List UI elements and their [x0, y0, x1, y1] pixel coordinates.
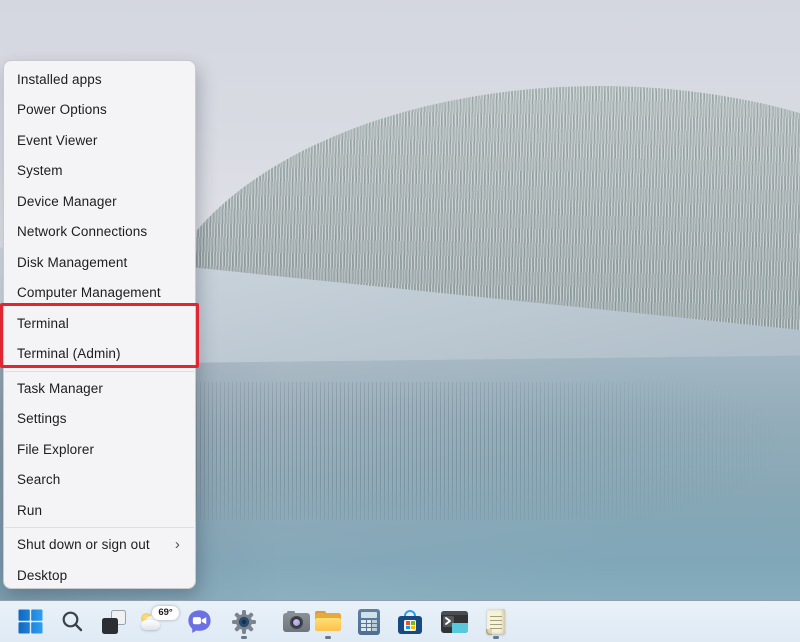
- submenu-chevron-icon: ›: [175, 537, 180, 552]
- taskbar-camera-button[interactable]: [278, 601, 314, 642]
- menu-item-label: Installed apps: [17, 72, 183, 87]
- calculator-icon: [358, 609, 380, 635]
- menu-item-terminal-admin[interactable]: Terminal (Admin): [4, 339, 195, 370]
- taskbar-file-explorer-button[interactable]: [310, 601, 346, 642]
- taskbar-widgets-button[interactable]: 69°: [139, 601, 175, 642]
- menu-item-label: File Explorer: [17, 442, 183, 457]
- menu-item-network-connections[interactable]: Network Connections: [4, 217, 195, 248]
- taskbar-start-button[interactable]: [12, 601, 48, 642]
- menu-separator: [5, 371, 194, 372]
- menu-item-terminal[interactable]: Terminal: [4, 308, 195, 339]
- taskbar-terminal-button[interactable]: [436, 601, 472, 642]
- menu-item-label: Terminal (Admin): [17, 346, 183, 361]
- menu-item-shut-down-or-sign-out[interactable]: Shut down or sign out ›: [4, 530, 195, 561]
- menu-item-label: Computer Management: [17, 285, 183, 300]
- chat-icon: [186, 608, 213, 635]
- menu-item-installed-apps[interactable]: Installed apps: [4, 64, 195, 95]
- store-icon: [397, 609, 423, 635]
- folder-icon: [315, 610, 341, 634]
- menu-item-label: Power Options: [17, 102, 183, 117]
- menu-item-desktop[interactable]: Desktop: [4, 560, 195, 591]
- running-indicator-dot: [325, 636, 331, 639]
- cloud-icon: [141, 620, 160, 630]
- menu-item-label: Terminal: [17, 316, 183, 331]
- menu-item-run[interactable]: Run: [4, 495, 195, 526]
- menu-item-label: Event Viewer: [17, 133, 183, 148]
- running-indicator-dot: [493, 636, 499, 639]
- taskbar-store-button[interactable]: [392, 601, 428, 642]
- menu-item-label: Network Connections: [17, 224, 183, 239]
- menu-item-search[interactable]: Search: [4, 465, 195, 496]
- menu-item-power-options[interactable]: Power Options: [4, 95, 195, 126]
- taskbar-settings-button[interactable]: [226, 601, 262, 642]
- menu-item-label: Desktop: [17, 568, 183, 583]
- taskbar-chat-button[interactable]: [181, 601, 217, 642]
- start-icon: [18, 609, 43, 634]
- desktop: Installed apps Power Options Event Viewe…: [0, 0, 800, 642]
- taskbar: 69°: [0, 600, 800, 642]
- temperature-badge: 69°: [152, 606, 179, 620]
- camera-icon: [283, 610, 310, 634]
- taskbar-search-button[interactable]: [54, 601, 90, 642]
- weather-icon: 69°: [140, 606, 174, 638]
- menu-item-system[interactable]: System: [4, 156, 195, 187]
- menu-item-event-viewer[interactable]: Event Viewer: [4, 125, 195, 156]
- terminal-icon: [441, 611, 468, 633]
- menu-item-label: Device Manager: [17, 194, 183, 209]
- menu-item-label: Run: [17, 503, 183, 518]
- menu-item-label: Settings: [17, 411, 183, 426]
- menu-item-computer-management[interactable]: Computer Management: [4, 278, 195, 309]
- menu-item-label: System: [17, 163, 183, 178]
- notepad-icon: [487, 609, 505, 634]
- menu-item-task-manager[interactable]: Task Manager: [4, 373, 195, 404]
- settings-gear-icon: [231, 609, 257, 635]
- menu-item-device-manager[interactable]: Device Manager: [4, 186, 195, 217]
- menu-item-label: Shut down or sign out: [17, 537, 175, 552]
- running-indicator-dot: [241, 636, 247, 639]
- menu-item-label: Search: [17, 472, 183, 487]
- menu-separator: [5, 527, 194, 528]
- menu-item-disk-management[interactable]: Disk Management: [4, 247, 195, 278]
- search-icon: [60, 609, 85, 634]
- menu-item-file-explorer[interactable]: File Explorer: [4, 434, 195, 465]
- winx-context-menu: Installed apps Power Options Event Viewe…: [3, 60, 196, 589]
- taskbar-notepad-button[interactable]: [478, 601, 514, 642]
- taskbar-task-view-button[interactable]: [96, 601, 132, 642]
- menu-item-settings[interactable]: Settings: [4, 404, 195, 435]
- taskbar-calculator-button[interactable]: [351, 601, 387, 642]
- menu-item-label: Disk Management: [17, 255, 183, 270]
- menu-item-label: Task Manager: [17, 381, 183, 396]
- task-view-icon: [102, 610, 126, 634]
